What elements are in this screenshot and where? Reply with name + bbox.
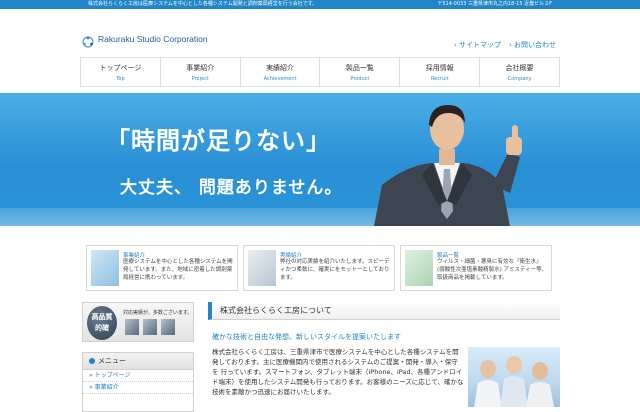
menu-item-project[interactable]: 事業紹介	[83, 382, 193, 394]
feature-card-product[interactable]: 製品一覧 ウィルス・細菌・悪臭に有効な『衛生水』(弱酸性次亜塩素酸精製水) アミ…	[400, 245, 552, 291]
section-subheading: 確かな技術と自由な発想、新しいスタイルを提案いたします	[212, 333, 401, 341]
feature-card-project[interactable]: 事業紹介 医療システムを中心とした各種システムを開発しています。また、地域に密着…	[86, 245, 238, 291]
team-photo	[468, 347, 560, 407]
device-icon	[143, 319, 157, 335]
banner-text: 対応実績が、多数ございます。	[123, 310, 193, 316]
nav-sublabel: Product	[350, 76, 370, 82]
logo-mark-icon	[82, 33, 94, 48]
nav-sublabel: Top	[116, 76, 125, 82]
nav-item-top[interactable]: トップページ Top	[80, 58, 160, 86]
nav-item-project[interactable]: 事業紹介 Project	[159, 58, 240, 86]
top-info-bar: 株式会社らくらく工房は医療システムを中心とした各種システム開発と調剤薬局経営を行…	[0, 0, 640, 9]
side-menu: メニュー トップページ 事業紹介	[82, 352, 194, 412]
quality-badge: 高品質 的確	[87, 306, 117, 340]
company-address: 〒514-0033 三重県津市丸之内18-15 近畿ビル２F	[437, 1, 552, 7]
nav-label: 製品一覧	[345, 64, 374, 72]
logo-text: Rakuraku Studio Corporation	[98, 34, 208, 44]
hero-subheadline: 大丈夫、 問題ありません。	[120, 178, 343, 198]
nav-sublabel: Recruit	[430, 76, 449, 82]
company-tagline: 株式会社らくらく工房は医療システムを中心とした各種システム開発と調剤薬局経営を行…	[88, 1, 318, 7]
section-heading: 株式会社らくらく工房について	[208, 302, 560, 320]
nav-label: トップページ	[99, 64, 142, 72]
achievement-thumbnail	[248, 250, 276, 286]
feature-card-achievement[interactable]: 実績紹介 弊社の対応実績を紹介いたします。スピーディかつ柔軟に、確実にをモットー…	[243, 245, 395, 291]
feature-text: 弊社の対応実績を紹介いたします。スピーディかつ柔軟に、確実にをモットーとしており…	[280, 259, 390, 281]
nav-sublabel: Achievement	[263, 76, 297, 82]
section-body: 株式会社らくらく工房は、三重県津市で医療システムを中心とした各種システムを開発し…	[212, 348, 464, 396]
menu-item-top[interactable]: トップページ	[83, 370, 193, 382]
businessman-thumbs-up-illustration	[374, 105, 522, 226]
hero-banner: 「時間が足りない」 大丈夫、 問題ありません。	[0, 93, 640, 226]
menu-bullet-icon	[89, 358, 95, 364]
hero-headline: 「時間が足りない」	[106, 127, 331, 155]
sitemap-link[interactable]: サイトマップ	[454, 40, 501, 50]
menu-header: メニュー	[83, 353, 193, 370]
contact-link[interactable]: お問い合わせ	[509, 40, 556, 50]
nav-label: 事業紹介	[186, 64, 215, 72]
nav-item-achievement[interactable]: 実績紹介 Achievement	[239, 58, 320, 86]
team-photo-illustration	[474, 356, 554, 407]
feature-text: ウィルス・細菌・悪臭に有効な『衛生水』(弱酸性次亜塩素酸精製水) アミスティー等…	[437, 259, 548, 281]
project-thumbnail	[91, 250, 119, 286]
utility-links: サイトマップ お問い合わせ	[454, 40, 556, 50]
achievement-banner[interactable]: 高品質 的確 対応実績が、多数ございます。	[82, 302, 194, 342]
hero-stripe	[0, 208, 640, 226]
nav-item-product[interactable]: 製品一覧 Product	[319, 58, 399, 86]
site-logo[interactable]: Rakuraku Studio Corporation	[82, 32, 208, 48]
nav-sublabel: Company	[507, 76, 532, 82]
nav-item-company[interactable]: 会社概要 Company	[479, 58, 560, 86]
menu-heading: メニュー	[98, 357, 126, 365]
nav-label: 採用情報	[425, 64, 454, 72]
feature-text: 医療システムを中心とした各種システムを開発しています。また、地域に密着した調剤薬…	[123, 259, 233, 281]
nav-item-recruit[interactable]: 採用情報 Recruit	[399, 58, 479, 86]
device-icon	[125, 319, 139, 335]
nav-label: 会社概要	[505, 64, 534, 72]
global-navigation: トップページ Top 事業紹介 Project 実績紹介 Achievement…	[80, 57, 560, 87]
device-icon	[161, 319, 175, 335]
nav-sublabel: Project	[191, 76, 209, 82]
product-thumbnail	[405, 250, 433, 286]
nav-label: 実績紹介	[266, 64, 295, 72]
